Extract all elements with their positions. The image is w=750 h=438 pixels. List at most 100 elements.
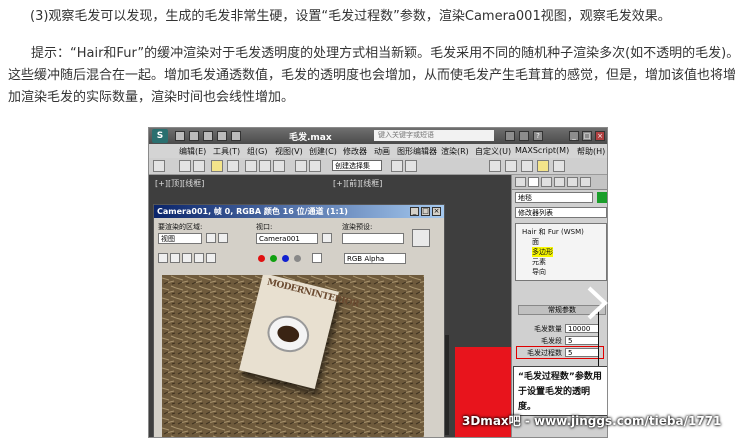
hair-segments-label: 毛发段 [541, 337, 562, 345]
material-editor-button[interactable] [505, 160, 517, 172]
command-panel-tabs [512, 175, 607, 190]
menu-edit[interactable]: 编辑(E) [179, 146, 206, 157]
redo-icon[interactable] [231, 131, 241, 141]
mirror-button[interactable] [391, 160, 403, 172]
render-window-close-icon[interactable]: × [432, 207, 441, 216]
modifier-list-dropdown[interactable]: 修改器列表 [515, 207, 607, 218]
clear-icon[interactable] [206, 253, 216, 263]
alpha-channel-icon[interactable] [294, 255, 301, 262]
motion-tab-icon[interactable] [554, 177, 565, 187]
menu-maxscript[interactable]: MAXScript(M) [515, 146, 569, 155]
edit-region-icon[interactable] [206, 233, 216, 243]
scale-button[interactable] [273, 160, 285, 172]
binoculars-icon[interactable] [505, 131, 515, 141]
utilities-tab-icon[interactable] [580, 177, 591, 187]
undo-icon[interactable] [217, 131, 227, 141]
align-button[interactable] [405, 160, 417, 172]
selection-set-dropdown[interactable]: 创建选择集 [332, 160, 382, 171]
menu-graph-editors[interactable]: 图形编辑器 [397, 146, 437, 157]
stack-item[interactable]: Hair 和 Fur (WSM) [522, 227, 584, 237]
max-logo-icon[interactable]: S [152, 129, 168, 143]
display-tab-icon[interactable] [567, 177, 578, 187]
open-file-icon[interactable] [189, 131, 199, 141]
render-button-icon[interactable] [412, 229, 430, 247]
render-window-titlebar[interactable]: Camera001, 帧 0, RGBA 颜色 16 位/通道 (1:1) _ … [154, 205, 444, 218]
menu-customize[interactable]: 自定义(U) [475, 146, 511, 157]
clone-window-icon[interactable] [182, 253, 192, 263]
render-frame-button[interactable] [537, 160, 549, 172]
channel-dropdown[interactable]: RGB Alpha [344, 253, 406, 264]
modifier-stack[interactable]: Hair 和 Fur (WSM) 面 多边形 元素 导向 [515, 223, 607, 281]
cup-object [263, 311, 314, 357]
move-button[interactable] [245, 160, 257, 172]
background-color-swatch[interactable] [312, 253, 322, 263]
select-link-button[interactable] [179, 160, 191, 172]
menu-rendering[interactable]: 渲染(R) [441, 146, 469, 157]
object-color-swatch[interactable] [597, 192, 607, 203]
stack-item[interactable]: 面 [532, 237, 539, 247]
hierarchy-tab-icon[interactable] [541, 177, 552, 187]
menu-animation[interactable]: 动画 [374, 146, 390, 157]
star-icon[interactable] [519, 131, 529, 141]
auto-region-icon[interactable] [218, 233, 228, 243]
menu-create[interactable]: 创建(C) [309, 146, 337, 157]
new-file-icon[interactable] [175, 131, 185, 141]
render-button[interactable] [553, 160, 565, 172]
object-name-field[interactable]: 地毯 [515, 192, 593, 203]
select-region-button[interactable] [227, 160, 239, 172]
viewport-dropdown[interactable]: Camera001 [256, 233, 318, 244]
menu-tools[interactable]: 工具(T) [213, 146, 240, 157]
maximize-icon[interactable]: □ [582, 131, 592, 141]
menu-group[interactable]: 组(G) [247, 146, 267, 157]
main-toolbar: 创建选择集 [149, 158, 607, 175]
blue-channel-icon[interactable] [282, 255, 289, 262]
menu-views[interactable]: 视图(V) [275, 146, 303, 157]
app-title: 毛发.max [289, 133, 332, 143]
snap-button[interactable] [295, 160, 307, 172]
stack-item[interactable]: 导向 [532, 267, 546, 277]
render-preset-dropdown[interactable] [342, 233, 404, 244]
render-window-title: Camera001, 帧 0, RGBA 颜色 16 位/通道 (1:1) [157, 207, 348, 216]
stack-item-selected[interactable]: 多边形 [532, 247, 553, 257]
tip-paragraph: 提示：“Hair和Fur”的缓冲渲染对于毛发透明度的处理方式相当新颖。毛发采用不… [8, 46, 740, 105]
modify-tab-icon[interactable] [528, 177, 539, 187]
viewport-label-top[interactable]: [+][顶][线框] [155, 178, 204, 189]
callout-box: “毛发过程数”参数用于设置毛发的透明度。 [513, 366, 607, 416]
menu-bar: 编辑(E) 工具(T) 组(G) 视图(V) 创建(C) 修改器 动画 图形编辑… [149, 144, 607, 159]
rotate-button[interactable] [259, 160, 271, 172]
green-channel-icon[interactable] [270, 255, 277, 262]
area-to-render-label: 要渲染的区域: [158, 223, 203, 231]
render-window-maximize-icon[interactable]: □ [421, 207, 430, 216]
step-paragraph: (3)观察毛发可以发现，生成的毛发非常生硬，设置“毛发过程数”参数，渲染Came… [30, 9, 671, 24]
angle-snap-button[interactable] [309, 160, 321, 172]
red-channel-icon[interactable] [258, 255, 265, 262]
search-input[interactable]: 键入关键字或短语 [374, 130, 494, 141]
create-tab-icon[interactable] [515, 177, 526, 187]
close-icon[interactable]: × [595, 131, 605, 141]
viewport-label-front[interactable]: [+][前][线框] [333, 178, 382, 189]
coffee [275, 323, 301, 345]
save-file-icon[interactable] [203, 131, 213, 141]
save-image-icon[interactable] [158, 253, 168, 263]
hair-segments-field[interactable]: 5 [565, 336, 599, 345]
area-to-render-dropdown[interactable]: 视图 [158, 233, 202, 244]
lock-viewport-icon[interactable] [322, 233, 332, 243]
unlink-button[interactable] [193, 160, 205, 172]
print-icon[interactable] [194, 253, 204, 263]
render-window-minimize-icon[interactable]: _ [410, 207, 419, 216]
hair-count-field[interactable]: 10000 [565, 324, 599, 333]
menu-modifiers[interactable]: 修改器 [343, 146, 367, 157]
minimize-icon[interactable]: _ [569, 131, 579, 141]
curve-editor-button[interactable] [489, 160, 501, 172]
menu-help[interactable]: 帮助(H) [577, 146, 605, 157]
render-setup-button[interactable] [521, 160, 533, 172]
next-arrow-icon[interactable] [581, 286, 611, 320]
copy-image-icon[interactable] [170, 253, 180, 263]
app-titlebar: S 毛发.max 键入关键字或短语 ? _ □ × [149, 128, 607, 144]
select-object-button[interactable] [211, 160, 223, 172]
help-icon[interactable]: ? [533, 131, 543, 141]
render-frame-window[interactable]: Camera001, 帧 0, RGBA 颜色 16 位/通道 (1:1) _ … [153, 204, 445, 437]
stack-item[interactable]: 元素 [532, 257, 546, 267]
undo-button[interactable] [153, 160, 165, 172]
hair-count-label: 毛发数量 [534, 325, 562, 333]
